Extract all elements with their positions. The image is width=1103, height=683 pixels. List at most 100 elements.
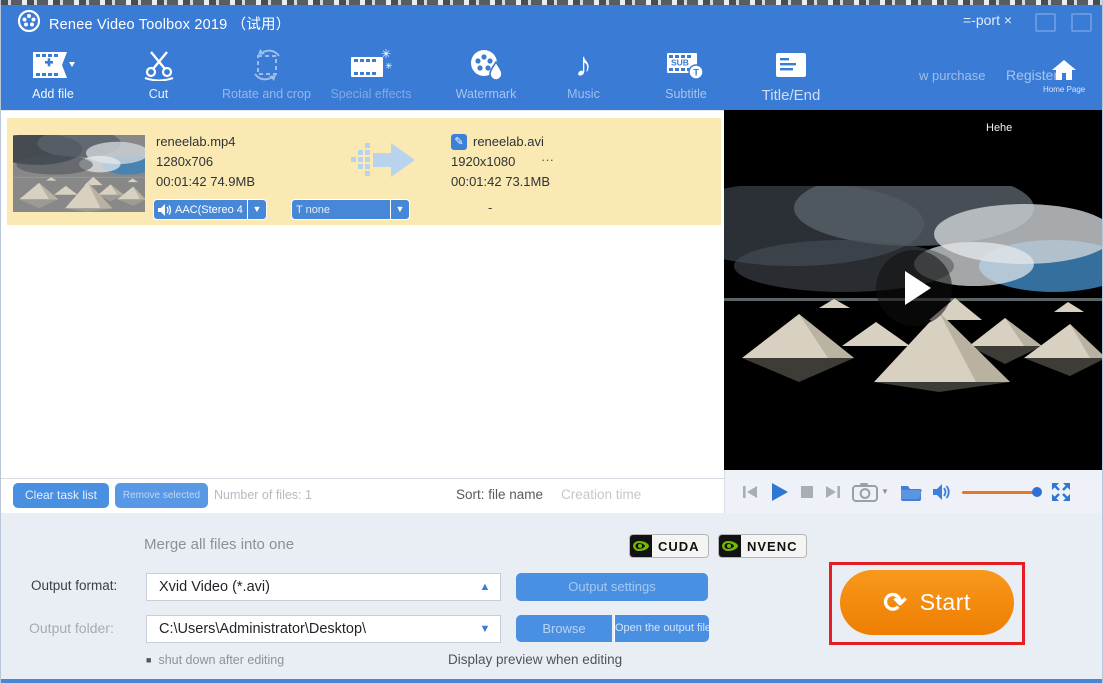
minimize-icon[interactable]	[1035, 13, 1056, 32]
chevron-down-icon[interactable]: ▼	[470, 623, 500, 635]
display-preview-label[interactable]: Display preview when editing	[448, 652, 622, 667]
toolbar-label: Title/End	[741, 87, 841, 104]
output-panel: Merge all files into one CUDA NVENC Outp…	[1, 513, 1103, 683]
shutdown-checkbox[interactable]: ■ shut down after editing	[146, 653, 284, 667]
target-duration-size: 00:01:42 73.1MB	[451, 174, 550, 189]
app-logo-icon	[17, 9, 41, 33]
home-page-link[interactable]: Home Page	[1043, 60, 1085, 94]
volume-knob[interactable]	[1032, 487, 1042, 497]
source-duration-size: 00:01:42 74.9MB	[156, 174, 255, 189]
toolbar-rotate-crop[interactable]: Rotate and crop	[209, 46, 324, 101]
stop-button[interactable]	[800, 485, 814, 499]
cut-icon	[121, 46, 196, 84]
chevron-up-icon[interactable]: ▲	[470, 581, 500, 593]
player-control-bar: ▼	[724, 470, 1103, 513]
source-resolution: 1280x706	[156, 154, 213, 169]
volume-button[interactable]	[933, 484, 951, 500]
play-overlay-button[interactable]	[876, 250, 952, 326]
output-format-label: Output format:	[31, 578, 117, 593]
shutdown-label: shut down after editing	[158, 653, 284, 667]
output-folder-value: C:\Users\Administrator\Desktop\	[147, 621, 470, 637]
browse-button[interactable]: Browse	[516, 615, 612, 642]
svg-text:✳: ✳	[385, 61, 393, 71]
fullscreen-icon	[1051, 482, 1071, 502]
folder-icon	[900, 483, 922, 501]
chevron-down-icon[interactable]: ▼	[247, 200, 266, 219]
add-file-icon	[9, 46, 97, 84]
toolbar-label: Rotate and crop	[209, 87, 324, 101]
speaker-icon	[933, 484, 951, 500]
start-button-highlight: ⟳ Start	[829, 562, 1025, 645]
window-title: Renee Video Toolbox 2019 （试用）	[49, 13, 290, 34]
svg-text:SUB: SUB	[671, 58, 689, 68]
start-button-label: Start	[920, 589, 971, 616]
rotate-crop-icon	[209, 46, 324, 84]
nvenc-badge: NVENC	[718, 534, 807, 558]
volume-track	[962, 491, 1040, 494]
watermark-icon	[431, 46, 541, 84]
home-icon	[1052, 60, 1076, 80]
snapshot-button[interactable]: ▼	[852, 482, 889, 502]
audio-track-select[interactable]: AAC(Stereo 4 ▼	[153, 199, 267, 220]
main-toolbar: Add file Cut	[1, 38, 1103, 110]
target-subtitle-dash: -	[488, 200, 492, 215]
source-file-name: reneelab.mp4	[156, 134, 236, 149]
previous-button[interactable]	[742, 484, 758, 500]
clear-task-list-button[interactable]: Clear task list	[13, 483, 109, 508]
toolbar-label: Cut	[121, 87, 196, 101]
next-button[interactable]	[825, 484, 841, 500]
sort-by-creation-time[interactable]: Creation time	[561, 487, 641, 502]
video-preview[interactable]: Hehe	[724, 110, 1103, 470]
toolbar-label: Add file	[9, 87, 97, 101]
app-window: Renee Video Toolbox 2019 （试用） =-port × A…	[0, 0, 1103, 683]
open-folder-button[interactable]	[900, 483, 922, 501]
overlay-export-text: =-port ×	[963, 12, 1012, 28]
nvidia-logo-icon	[630, 535, 652, 557]
volume-slider[interactable]	[962, 486, 1040, 498]
subtitle-track-value: T none	[292, 204, 390, 216]
merge-files-label[interactable]: Merge all files into one	[144, 536, 294, 553]
toolbar-watermark[interactable]: Watermark	[431, 46, 541, 101]
special-effects-icon: ✳ ✳	[321, 46, 421, 84]
close-icon[interactable]	[1071, 13, 1092, 32]
toolbar-label: Watermark	[431, 87, 541, 101]
svg-text:✳: ✳	[381, 49, 391, 61]
output-settings-button[interactable]: Output settings	[516, 573, 708, 601]
play-icon	[905, 271, 931, 305]
output-format-value: Xvid Video (*.avi)	[147, 579, 470, 595]
remove-selected-button[interactable]: Remove selected	[115, 483, 208, 508]
toolbar-title-end[interactable]: Title/End	[741, 46, 841, 104]
svg-text:T: T	[693, 68, 699, 78]
refresh-icon: ⟳	[883, 589, 906, 617]
audio-track-value: AAC(Stereo 4	[171, 204, 247, 216]
file-count-label: Number of files: 1	[214, 488, 312, 502]
chevron-down-icon[interactable]: ▼	[390, 200, 409, 219]
toolbar-special-effects[interactable]: ✳ ✳ Special effects	[321, 46, 421, 101]
toolbar-music[interactable]: ♪ Music	[541, 46, 626, 101]
watermark-text: Hehe	[986, 122, 1012, 134]
toolbar-label: Special effects	[321, 87, 421, 101]
toolbar-add-file[interactable]: Add file	[9, 46, 97, 101]
title-end-icon	[741, 46, 841, 84]
edit-target-icon[interactable]: ✎	[451, 134, 467, 150]
cuda-badge: CUDA	[629, 534, 709, 558]
purchase-link[interactable]: w purchase	[919, 68, 985, 83]
toolbar-label: Music	[541, 87, 626, 101]
subtitle-track-select[interactable]: T none ▼	[291, 199, 410, 220]
output-format-select[interactable]: Xvid Video (*.avi) ▲	[146, 573, 501, 601]
toolbar-subtitle[interactable]: SUB T Subtitle	[636, 46, 736, 101]
sort-by-file-name[interactable]: Sort: file name	[456, 487, 543, 502]
output-folder-select[interactable]: C:\Users\Administrator\Desktop\ ▼	[146, 615, 501, 643]
music-note-icon: ♪	[541, 46, 626, 84]
toolbar-cut[interactable]: Cut	[121, 46, 196, 101]
speaker-icon	[158, 204, 171, 216]
open-output-file-button[interactable]: Open the output file	[614, 615, 709, 642]
camera-icon	[852, 482, 878, 502]
source-thumbnail	[13, 135, 145, 212]
play-button[interactable]	[769, 482, 789, 502]
start-button[interactable]: ⟳ Start	[840, 570, 1014, 635]
target-more-ellipsis[interactable]: ···	[541, 152, 554, 167]
subtitle-icon: SUB T	[636, 46, 736, 84]
target-file-name: reneelab.avi	[473, 134, 544, 149]
fullscreen-button[interactable]	[1051, 482, 1071, 502]
